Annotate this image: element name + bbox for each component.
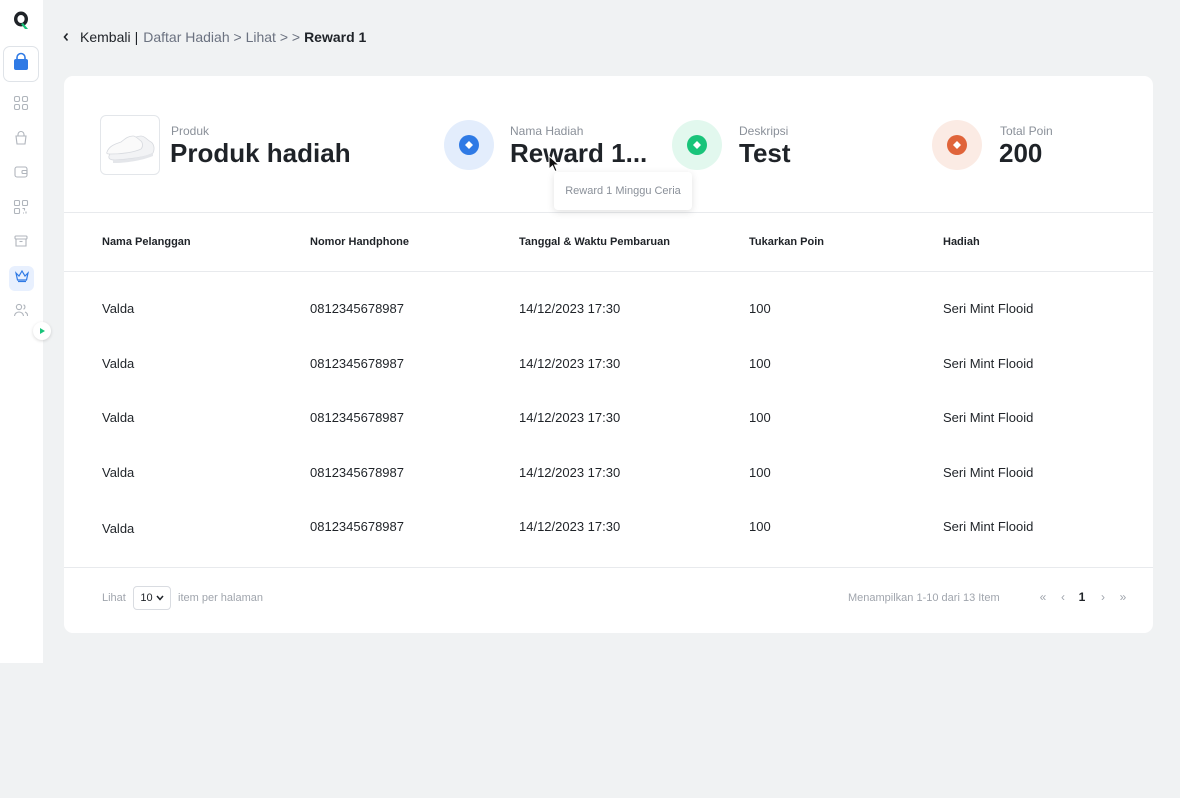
bag-icon	[13, 130, 29, 151]
product-image	[100, 115, 160, 175]
column-header: Nomor Handphone	[310, 236, 409, 248]
cell-customer: Valda	[102, 410, 135, 425]
cell-points: 100	[749, 465, 771, 480]
column-header: Tanggal & Waktu Pembaruan	[519, 236, 670, 248]
sidebar-item-dashboard[interactable]	[12, 95, 30, 116]
cell-datetime: 14/12/2023 17:30	[519, 301, 621, 316]
wallet-icon	[13, 164, 29, 185]
produk-label: Produk	[171, 124, 210, 138]
total-poin-value: 200	[999, 138, 1043, 168]
shopping-bag-icon	[11, 52, 31, 77]
cell-datetime: 14/12/2023 17:30	[519, 356, 621, 371]
column-header: Hadiah	[943, 236, 980, 248]
mouse-cursor-icon	[548, 154, 562, 173]
cell-customer: Valda	[102, 301, 135, 316]
cell-phone: 0812345678987	[310, 301, 404, 316]
table-row: Valda 0812345678987 14/12/2023 17:30 100…	[64, 499, 1153, 553]
cell-points: 100	[749, 356, 771, 371]
last-page-button[interactable]: »	[1116, 590, 1130, 604]
reward-name-tooltip: Reward 1 Minggu Ceria	[554, 172, 692, 210]
sidebar-item-wallet[interactable]	[12, 165, 30, 183]
page-size-value: 10	[140, 592, 153, 604]
pagination-range: Menampilkan 1-10 dari 13 Item	[848, 592, 1000, 604]
cell-phone: 0812345678987	[310, 465, 404, 480]
first-page-button[interactable]: «	[1036, 590, 1050, 604]
nama-hadiah-label: Nama Hadiah	[510, 124, 584, 138]
deskripsi-icon	[672, 120, 722, 170]
crown-icon	[14, 268, 30, 289]
table-row: Valda 0812345678987 14/12/2023 17:30 100…	[64, 335, 1153, 389]
users-icon	[13, 302, 29, 323]
archive-icon	[13, 233, 29, 254]
chevron-down-icon	[156, 592, 164, 604]
cell-customer: Valda	[102, 465, 135, 480]
cell-reward: Seri Mint Flooid	[943, 410, 1034, 425]
deskripsi-label: Deskripsi	[739, 124, 789, 138]
back-link[interactable]: Kembali	[80, 29, 131, 45]
total-poin-label: Total Poin	[1000, 124, 1053, 138]
sidebar-item-products[interactable]	[3, 46, 39, 82]
page-number-button[interactable]: 1	[1076, 590, 1088, 604]
cell-customer: Valda	[102, 356, 135, 371]
cell-phone: 0812345678987	[310, 410, 404, 425]
produk-value: Produk hadiah	[170, 138, 351, 168]
sidebar-item-orders[interactable]	[12, 130, 30, 151]
grid-icon	[13, 95, 29, 116]
per-page-label: item per halaman	[178, 592, 263, 604]
show-label: Lihat	[102, 592, 126, 604]
reward-summary: Produk Produk hadiah Nama Hadiah Reward …	[64, 76, 1153, 213]
breadcrumb-current: Reward 1	[304, 29, 367, 45]
next-page-button[interactable]: ›	[1098, 590, 1108, 604]
table-row: Valda 0812345678987 14/12/2023 17:30 100…	[64, 444, 1153, 498]
sidebar-item-archive[interactable]	[12, 234, 30, 252]
nama-hadiah-icon	[444, 120, 494, 170]
breadcrumb-separator: |	[134, 29, 139, 45]
cell-phone: 0812345678987	[310, 356, 404, 371]
cell-reward: Seri Mint Flooid	[943, 519, 1034, 534]
reward-detail-card: Produk Produk hadiah Nama Hadiah Reward …	[64, 76, 1153, 633]
cell-datetime: 14/12/2023 17:30	[519, 410, 621, 425]
table-header: Nama Pelanggan Nomor Handphone Tanggal &…	[64, 214, 1153, 272]
table-footer: Lihat 10 item per halaman Menampilkan 1-…	[64, 567, 1153, 633]
sidebar-item-customers[interactable]	[12, 303, 30, 321]
cell-datetime: 14/12/2023 17:30	[519, 519, 621, 534]
total-poin-icon	[932, 120, 982, 170]
column-header: Tukarkan Poin	[749, 236, 824, 248]
breadcrumb: Kembali | Daftar Hadiah > Lihat > > Rewa…	[62, 28, 366, 46]
cell-datetime: 14/12/2023 17:30	[519, 465, 621, 480]
cell-points: 100	[749, 519, 771, 534]
cell-customer: Valda	[102, 521, 135, 536]
qr-icon	[13, 199, 29, 220]
page-size-select[interactable]: 10	[133, 586, 171, 610]
cell-points: 100	[749, 301, 771, 316]
sidebar-item-rewards[interactable]	[9, 266, 34, 291]
sidebar-expand-button[interactable]	[33, 322, 51, 340]
cell-points: 100	[749, 410, 771, 425]
cell-reward: Seri Mint Flooid	[943, 301, 1034, 316]
deskripsi-value: Test	[739, 138, 791, 168]
table-row: Valda 0812345678987 14/12/2023 17:30 100…	[64, 390, 1153, 444]
column-header: Nama Pelanggan	[102, 236, 191, 248]
logo-icon[interactable]	[12, 10, 30, 30]
breadcrumb-path[interactable]: Daftar Hadiah > Lihat > >	[143, 29, 300, 45]
cell-phone: 0812345678987	[310, 519, 404, 534]
cell-reward: Seri Mint Flooid	[943, 465, 1034, 480]
chevron-left-icon[interactable]	[62, 31, 74, 43]
sidebar-item-qr[interactable]	[12, 199, 30, 220]
cell-reward: Seri Mint Flooid	[943, 356, 1034, 371]
play-icon	[38, 322, 46, 340]
nama-hadiah-value[interactable]: Reward 1...	[510, 138, 647, 169]
prev-page-button[interactable]: ‹	[1058, 590, 1068, 604]
table-row: Valda 0812345678987 14/12/2023 17:30 100…	[64, 281, 1153, 335]
